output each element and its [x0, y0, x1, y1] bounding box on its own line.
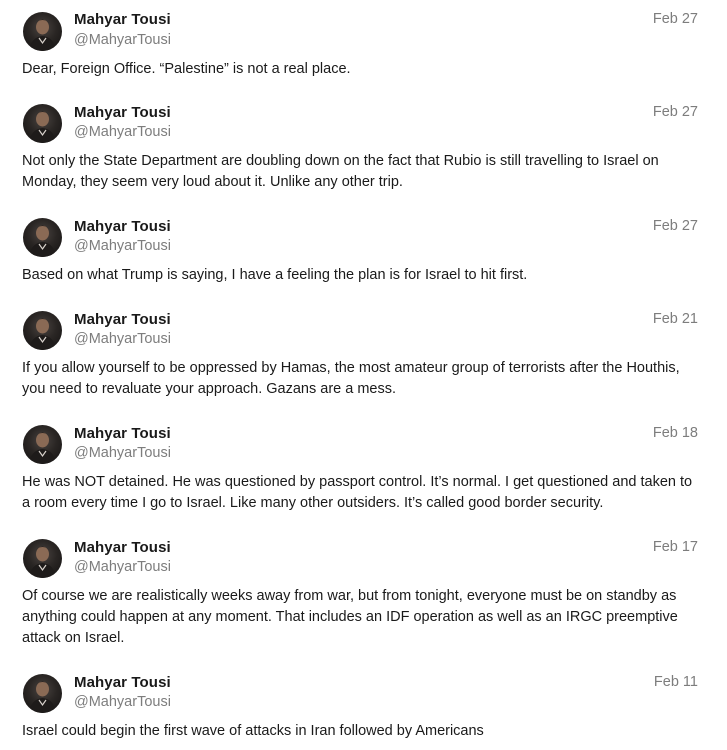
author-name[interactable]: Mahyar Tousi	[74, 11, 171, 28]
avatar[interactable]	[23, 218, 62, 257]
post-text: Of course we are realistically weeks awa…	[22, 588, 678, 646]
avatar[interactable]	[23, 311, 62, 350]
post-text: If you allow yourself to be oppressed by…	[22, 360, 680, 397]
post-date[interactable]: Feb 17	[653, 539, 698, 555]
post-text: Not only the State Department are doubli…	[22, 153, 659, 190]
avatar[interactable]	[23, 12, 62, 51]
author-handle[interactable]: @MahyarTousi	[74, 694, 171, 710]
avatar[interactable]	[23, 104, 62, 143]
person-silhouette-icon	[29, 225, 56, 257]
post-text: Dear, Foreign Office. “Palestine” is not…	[22, 61, 351, 77]
author-name[interactable]: Mahyar Tousi	[74, 218, 171, 235]
post-date[interactable]: Feb 18	[653, 425, 698, 441]
author-name[interactable]: Mahyar Tousi	[74, 311, 171, 328]
person-silhouette-icon	[29, 681, 56, 713]
person-silhouette-icon	[29, 111, 56, 143]
author-name[interactable]: Mahyar Tousi	[74, 539, 171, 556]
avatar[interactable]	[23, 674, 62, 713]
author-name[interactable]: Mahyar Tousi	[74, 425, 171, 442]
post-date[interactable]: Feb 27	[653, 11, 698, 27]
avatar[interactable]	[23, 425, 62, 464]
post-text: Based on what Trump is saying, I have a …	[22, 267, 528, 283]
author-handle[interactable]: @MahyarTousi	[74, 238, 171, 254]
author-handle[interactable]: @MahyarTousi	[74, 331, 171, 347]
post-text: Israel could begin the first wave of att…	[22, 723, 484, 739]
author-name[interactable]: Mahyar Tousi	[74, 104, 171, 121]
post-date[interactable]: Feb 11	[654, 674, 698, 690]
post-date[interactable]: Feb 21	[653, 311, 698, 327]
person-silhouette-icon	[29, 318, 56, 350]
person-silhouette-icon	[29, 19, 56, 51]
avatar[interactable]	[23, 539, 62, 578]
author-handle[interactable]: @MahyarTousi	[74, 124, 171, 140]
author-name[interactable]: Mahyar Tousi	[74, 674, 171, 691]
post-date[interactable]: Feb 27	[653, 218, 698, 234]
person-silhouette-icon	[29, 432, 56, 464]
author-handle[interactable]: @MahyarTousi	[74, 32, 171, 48]
author-handle[interactable]: @MahyarTousi	[74, 559, 171, 575]
post-text: He was NOT detained. He was questioned b…	[22, 474, 693, 511]
post-date[interactable]: Feb 27	[653, 104, 698, 120]
person-silhouette-icon	[29, 546, 56, 578]
author-handle[interactable]: @MahyarTousi	[74, 445, 171, 461]
